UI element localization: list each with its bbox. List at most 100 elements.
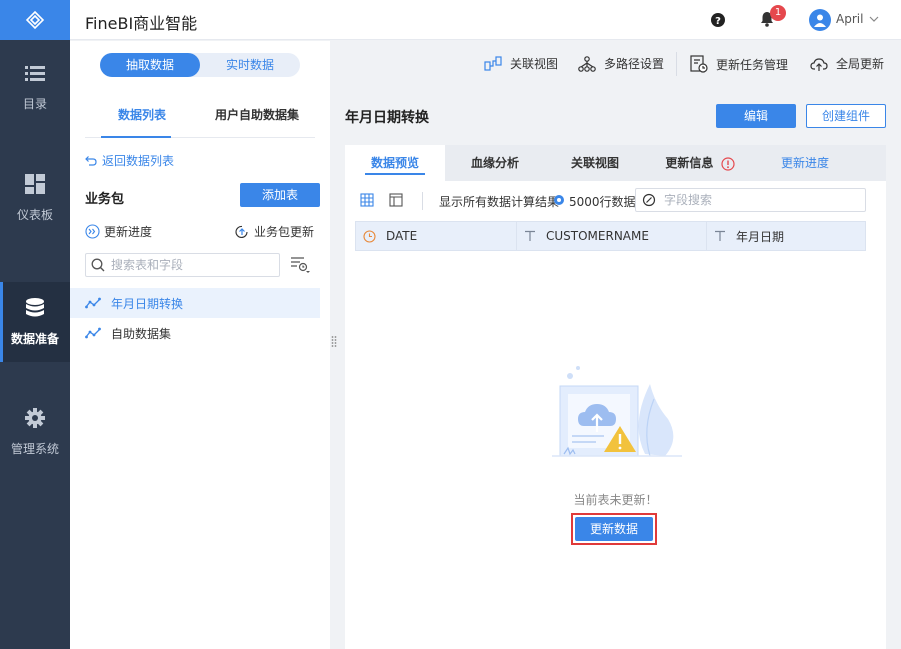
multipath-icon — [578, 55, 596, 72]
package-label: 业务包 — [85, 192, 125, 207]
nav-item-dashboard[interactable]: 仪表板 — [0, 158, 70, 238]
task-management-icon — [690, 55, 708, 73]
cloud-upload-icon — [810, 57, 828, 71]
field-search-input[interactable] — [664, 193, 854, 207]
tab-data-preview[interactable]: 数据预览 — [345, 145, 445, 181]
nav-label-admin: 管理系统 — [10, 441, 59, 456]
help-icon[interactable]: ? — [710, 12, 726, 28]
edit-button[interactable]: 编辑 — [716, 104, 796, 128]
notification-badge: 1 — [770, 5, 786, 21]
column-header-customername[interactable]: CUSTOMERNAME — [524, 222, 649, 250]
data-list-panel: 抽取数据 实时数据 数据列表 用户自助数据集 返回数据列表 业务包 添加表 更新… — [70, 41, 330, 649]
dataset-title: 年月日期转换 — [345, 110, 429, 126]
update-progress-link[interactable]: 更新进度 — [85, 223, 152, 240]
nav-label-dashboard: 仪表板 — [16, 207, 53, 222]
multipath-settings-button[interactable]: 多路径设置 — [578, 55, 664, 72]
date-type-icon — [363, 229, 376, 243]
text-type-icon — [525, 230, 535, 241]
warning-circle-icon — [720, 156, 735, 171]
dataset-label: 年月日期转换 — [111, 296, 184, 311]
dataset-item[interactable]: 年月日期转换 — [70, 288, 320, 318]
tab-update-info-label: 更新信息 — [665, 156, 714, 170]
active-tab-indicator — [101, 136, 171, 138]
panel-resize-handle[interactable] — [331, 335, 337, 349]
app-logo[interactable] — [0, 0, 70, 40]
tab-update-progress[interactable]: 更新进度 — [755, 145, 855, 181]
svg-text:?: ? — [715, 16, 721, 27]
list-icon — [25, 65, 45, 81]
dataset-line-icon — [85, 327, 101, 339]
package-update-link[interactable]: 业务包更新 — [234, 223, 314, 240]
dataset-label: 自助数据集 — [111, 326, 172, 341]
relation-view-icon — [484, 55, 502, 71]
tab-update-info[interactable]: 更新信息 — [645, 145, 755, 181]
grid-view-icon[interactable] — [360, 193, 374, 207]
column-label: CUSTOMERNAME — [546, 229, 649, 243]
gear-icon — [25, 407, 45, 428]
field-view-icon[interactable] — [389, 193, 403, 207]
column-label: 年月日期 — [736, 229, 785, 244]
update-progress-label: 更新进度 — [104, 225, 153, 239]
detail-tabs: 数据预览 血缘分析 关联视图 更新信息 更新进度 — [345, 145, 886, 181]
nav-label-data-prep: 数据准备 — [10, 331, 59, 346]
nav-item-data-prep[interactable]: 数据准备 — [0, 282, 70, 362]
tab-lineage-analysis[interactable]: 血缘分析 — [445, 145, 545, 181]
column-divider — [706, 222, 707, 250]
preview-table-header: DATE CUSTOMERNAME 年月日期 — [355, 221, 866, 251]
data-preview-panel: 显示所有数据计算结果 5000行数据 DATE CUSTOMERNAME — [345, 181, 886, 649]
app-title: FineBI商业智能 — [85, 14, 198, 33]
realtime-data-tab[interactable]: 实时数据 — [200, 53, 300, 77]
row-count-select[interactable]: 5000行数据 — [569, 193, 636, 210]
database-icon — [26, 297, 44, 316]
top-bar: FineBI商业智能 ? 1 April — [70, 0, 901, 40]
dataset-line-icon — [85, 297, 101, 309]
progress-circle-icon — [85, 224, 100, 239]
upload-circle-icon — [235, 225, 248, 238]
column-header-date[interactable]: DATE — [363, 222, 417, 250]
empty-state-message: 当前表未更新！ — [573, 493, 658, 507]
nav-item-catalog[interactable]: 目录 — [0, 48, 70, 128]
create-component-button[interactable]: 创建组件 — [806, 104, 886, 128]
nav-label-catalog: 目录 — [22, 96, 47, 111]
list-tabs: 数据列表 用户自助数据集 — [85, 96, 315, 138]
nav-item-admin[interactable]: 管理系统 — [0, 392, 70, 472]
back-arrow-icon — [85, 155, 97, 166]
user-icon — [814, 14, 826, 27]
filter-settings-icon[interactable] — [290, 256, 310, 274]
search-icon — [91, 258, 105, 272]
toolbar-divider — [676, 52, 677, 76]
options-divider — [422, 192, 423, 210]
field-search-box — [635, 188, 866, 212]
avatar[interactable] — [809, 9, 831, 31]
extract-data-tab[interactable]: 抽取数据 — [100, 53, 200, 77]
tab-data-list[interactable]: 数据列表 — [118, 106, 166, 123]
chevron-down-icon[interactable] — [868, 13, 880, 25]
tab-self-service-datasets[interactable]: 用户自助数据集 — [215, 106, 299, 123]
left-nav: 目录 仪表板 数据准备 管理系统 — [0, 0, 70, 649]
field-search-icon — [642, 193, 656, 207]
update-data-button[interactable]: 更新数据 — [575, 517, 653, 541]
task-management-label: 更新任务管理 — [716, 57, 789, 72]
search-input[interactable] — [111, 258, 271, 272]
back-to-list-link[interactable]: 返回数据列表 — [85, 152, 174, 169]
table-field-search — [85, 253, 280, 277]
add-table-button[interactable]: 添加表 — [240, 183, 320, 207]
update-task-management-button[interactable]: 更新任务管理 — [690, 55, 788, 73]
preview-options-bar: 显示所有数据计算结果 5000行数据 — [345, 181, 886, 221]
extract-mode-toggle: 抽取数据 实时数据 — [100, 53, 300, 77]
text-type-icon — [715, 230, 725, 241]
global-update-button[interactable]: 全局更新 — [810, 55, 884, 72]
empty-state-illustration — [552, 366, 682, 457]
tab-relation-view[interactable]: 关联视图 — [545, 145, 645, 181]
column-divider — [516, 222, 517, 250]
package-update-label: 业务包更新 — [254, 225, 315, 239]
settings-icon[interactable] — [553, 194, 565, 206]
back-link-label: 返回数据列表 — [102, 154, 175, 168]
dashboard-icon — [25, 173, 45, 194]
column-header-year-month-date[interactable]: 年月日期 — [714, 222, 784, 250]
dataset-item[interactable]: 自助数据集 — [70, 318, 320, 348]
multipath-label: 多路径设置 — [604, 57, 665, 71]
relation-view-button[interactable]: 关联视图 — [484, 55, 558, 72]
show-all-results-toggle[interactable]: 显示所有数据计算结果 — [439, 193, 559, 210]
user-name[interactable]: April — [836, 12, 863, 26]
